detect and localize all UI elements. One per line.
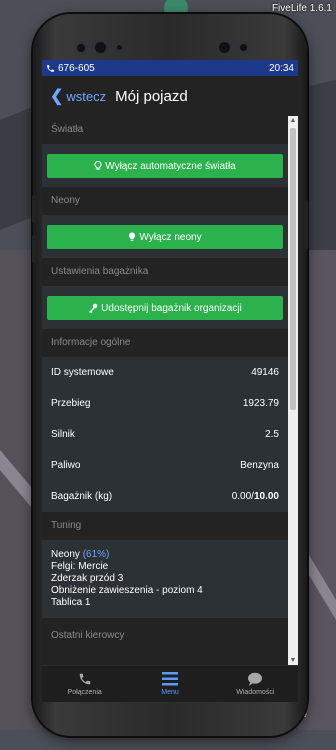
page-title: Mój pojazd xyxy=(115,87,188,105)
section-header-info: Informacje ogólne xyxy=(42,329,288,357)
phone-number: 676-605 xyxy=(58,62,95,74)
info-label: Bagażnik (kg) xyxy=(51,491,113,502)
toggle-neons-button[interactable]: Wyłącz neony xyxy=(47,225,283,249)
info-row-fuel: Paliwo Benzyna xyxy=(42,450,288,481)
section-header-tuning: Tuning xyxy=(42,512,288,540)
tuning-line: Zderzak przód 3 xyxy=(51,573,124,584)
scroll-thumb[interactable] xyxy=(290,128,296,410)
front-camera-icon xyxy=(75,42,87,54)
phone-side-button xyxy=(32,195,36,223)
info-row-mileage: Przebieg 1923.79 xyxy=(42,388,288,419)
info-row-system-id: ID systemowe 49146 xyxy=(42,357,288,388)
info-value: 1923.79 xyxy=(242,398,279,409)
info-value: 2.5 xyxy=(265,429,279,440)
info-label: Silnik xyxy=(51,429,75,440)
toggle-auto-lights-button[interactable]: Wyłącz automatyczne światła xyxy=(47,154,283,178)
button-label: Udostępnij bagażnik organizacji xyxy=(101,302,242,314)
scroll-up-arrow-icon[interactable]: ▲ xyxy=(289,117,297,125)
bottom-nav: Połączenia Menu Wiadomości xyxy=(42,665,298,702)
chat-icon xyxy=(248,672,263,686)
status-bar: 676-605 20:34 xyxy=(42,60,298,76)
info-label: Paliwo xyxy=(51,460,81,471)
key-icon xyxy=(89,303,98,313)
tuning-neon-percent: (61%) xyxy=(82,549,110,560)
info-row-trunk-capacity: Bagażnik (kg) 0.00/10.00 xyxy=(42,481,288,512)
info-value: Benzyna xyxy=(240,460,279,471)
nav-label: Połączenia xyxy=(67,689,102,696)
app-header: ❮ wstecz Mój pojazd xyxy=(42,76,298,116)
vehicle-content[interactable]: Światła Wyłącz automatyczne światła Neon… xyxy=(42,116,288,666)
info-value: 49146 xyxy=(251,367,279,378)
front-camera-icon xyxy=(217,40,232,55)
trunk-current: 0.00/ xyxy=(231,491,254,502)
info-value: 0.00/10.00 xyxy=(232,491,279,502)
section-header-last-drivers: Ostatni kierowcy xyxy=(42,622,288,650)
tuning-neon-line: Neony (61%) xyxy=(51,549,279,561)
sensor-icon xyxy=(115,43,124,52)
nav-menu[interactable]: Menu xyxy=(127,666,212,702)
info-label: ID systemowe xyxy=(51,367,114,378)
info-label: Przebieg xyxy=(51,398,91,409)
tuning-line: Obniżenie zawieszenia - poziom 4 xyxy=(51,585,203,596)
phone-icon xyxy=(79,673,90,685)
section-header-neons: Neony xyxy=(42,187,288,215)
scrollbar[interactable]: ▲ ▼ xyxy=(288,116,298,666)
tuning-neon-label: Neony xyxy=(51,549,80,560)
phone-screen: 676-605 20:34 ❮ wstecz Mój pojazd Światł… xyxy=(42,60,298,702)
nav-calls[interactable]: Połączenia xyxy=(42,666,127,702)
button-label: Wyłącz neony xyxy=(139,231,202,243)
tuning-panel: Neony (61%) Felgi: Mercie Zderzak przód … xyxy=(42,540,288,618)
chevron-left-icon: ❮ xyxy=(50,88,64,105)
trunk-max: 10.00 xyxy=(253,491,279,502)
clock: 20:34 xyxy=(268,62,294,74)
phone-icon xyxy=(47,64,54,72)
phone-power-button xyxy=(304,200,308,250)
section-header-trunk: Ustawienia bagażnika xyxy=(42,258,288,286)
nav-label: Wiadomości xyxy=(236,689,275,696)
info-row-engine: Silnik 2.5 xyxy=(42,419,288,450)
back-label: wstecz xyxy=(66,88,107,104)
menu-icon xyxy=(161,672,178,686)
phone-side-button xyxy=(32,235,36,263)
phone-notch xyxy=(75,38,265,58)
share-trunk-button[interactable]: Udostępnij bagażnik organizacji xyxy=(47,296,283,320)
tuning-line: Felgi: Mercie xyxy=(51,561,109,572)
button-label: Wyłącz automatyczne światła xyxy=(105,160,236,172)
game-version-label: FiveLife 1.6.1 xyxy=(271,3,332,14)
sensor-icon xyxy=(238,42,249,53)
nav-messages[interactable]: Wiadomości xyxy=(213,666,298,702)
front-camera-icon xyxy=(93,40,108,55)
nav-label: Menu xyxy=(161,689,179,696)
lightbulb-icon xyxy=(129,232,136,241)
scroll-down-arrow-icon[interactable]: ▼ xyxy=(289,657,297,665)
tuning-line: Tablica 1 xyxy=(51,597,91,608)
back-button[interactable]: ❮ wstecz xyxy=(50,86,106,106)
lightbulb-icon xyxy=(94,161,102,170)
section-header-lights: Światła xyxy=(42,116,288,144)
